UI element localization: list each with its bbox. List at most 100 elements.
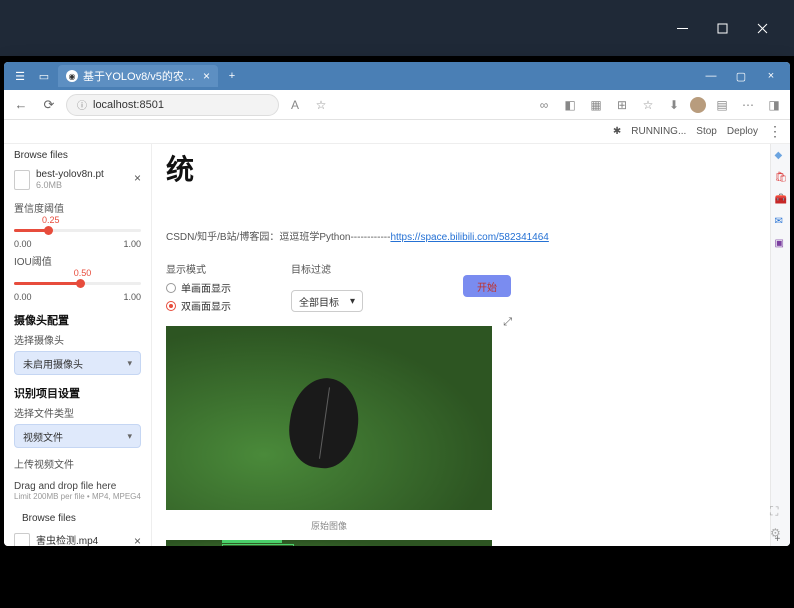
slider-label-iou: IOU阈值 [14,253,141,268]
lock-icon: ⓘ [77,97,87,112]
outer-maximize-button[interactable] [702,12,742,44]
deploy-button[interactable]: Deploy [727,126,758,137]
remove-file-icon-2[interactable]: × [134,532,141,546]
back-button[interactable]: ← [10,94,32,116]
running-label: RUNNING... [631,126,686,137]
settings-icon[interactable]: ⚙ [770,526,784,540]
sidebar-toggle-icon[interactable]: ☰ [10,66,30,86]
favorites-bar-icon[interactable]: ☆ [638,95,658,115]
filetype-select-label: 选择文件类型 [14,405,141,420]
fullscreen-icon[interactable]: ⛶ [770,504,784,518]
expand-image-icon[interactable]: ⤢ [503,316,512,329]
url-input[interactable]: ⓘ localhost:8501 [66,94,279,116]
reload-button[interactable]: ⟳ [38,94,60,116]
browser-window: ☰ ▭ ◉ 基于YOLOv8/v5的农作物害虫检... × + — ▢ × ← … [4,62,790,546]
target-filter-select[interactable]: 全部目标 ▾ [291,290,363,312]
outer-close-button[interactable] [742,12,782,44]
browser-close-button[interactable]: × [758,67,784,85]
section-camera: 摄像头配置 [14,312,141,328]
camera-select-value: 未启用摄像头 [23,356,83,371]
target-filter-value: 全部目标 [299,294,339,309]
tab-favicon-icon: ◉ [66,70,78,82]
streamlit-header: ✱ RUNNING... Stop Deploy ⋮ [4,120,790,144]
radio-single[interactable]: 单画面显示 [166,280,231,295]
upload-drag-text: Drag and drop file here [14,481,141,492]
conf-slider-value: 0.25 [42,215,60,225]
profile-avatar[interactable] [690,97,706,113]
page-title: 统 [166,148,756,188]
uploaded-file-2: 害虫检测.mp4 8.7MB × [14,532,141,546]
app-content: Browse files best-yolov8n.pt 6.0MB × 置信度… [4,144,790,546]
uploaded-file-1: best-yolov8n.pt 6.0MB × [14,169,141,190]
file-icon [14,170,30,190]
chevron-down-icon: ▾ [127,358,132,369]
shopping-icon[interactable]: 🛍 [775,172,787,184]
subtitle-prefix: CSDN/知乎/B站/博客园：逗逗班学Python------------ [166,232,390,243]
radio-dual[interactable]: 双画面显示 [166,298,231,313]
favorite-icon[interactable]: ☆ [311,95,331,115]
subtitle: CSDN/知乎/B站/博客园：逗逗班学Python------------htt… [166,228,756,243]
start-button[interactable]: 开始 [463,275,511,297]
main-panel: 统 CSDN/知乎/B站/博客园：逗逗班学Python------------h… [152,144,770,546]
app-menu-icon[interactable]: ⋮ [768,123,782,140]
upload-label: 上传视频文件 [14,456,141,471]
running-indicator-icon: ✱ [613,126,621,137]
stop-button[interactable]: Stop [696,126,717,137]
infinity-icon[interactable]: ∞ [534,95,554,115]
iou-slider[interactable]: 0.50 [14,270,141,292]
downloads-icon[interactable]: ⬇ [664,95,684,115]
file-size: 6.0MB [36,180,104,190]
outlook-icon[interactable]: ✉ [775,216,787,228]
detection-label: 水蛭甲 夹 94% [222,540,282,543]
browse-files-button-2[interactable]: Browse files [22,511,141,526]
chevron-down-icon: ▾ [350,296,355,307]
target-filter-group: 目标过滤 全部目标 ▾ [291,261,363,312]
radio-single-label: 单画面显示 [181,280,231,295]
browser-tab[interactable]: ◉ 基于YOLOv8/v5的农作物害虫检... × [58,65,218,87]
section-project: 识别项目设置 [14,385,141,401]
browser-right-rail: ◆ 🛍 🧰 ✉ ▣ + [770,144,790,546]
detection-image: 水蛭甲 夹 94% [166,540,492,546]
outer-minimize-button[interactable] [662,12,702,44]
new-tab-button[interactable]: + [222,66,242,86]
translate-icon[interactable]: A [285,95,305,115]
extension2-icon[interactable]: ▦ [586,95,606,115]
slider-label-conf: 置信度阈值 [14,200,141,215]
image-caption-1: 原始图像 [166,519,492,532]
browse-files-button[interactable]: Browse files [14,148,141,163]
extension3-icon[interactable]: ⊞ [612,95,632,115]
detection-bbox [222,544,294,546]
tab-title: 基于YOLOv8/v5的农作物害虫检... [83,68,198,84]
outer-window-titlebar [0,0,794,56]
tab-close-icon[interactable]: × [203,69,210,83]
iou-slider-value: 0.50 [74,268,92,278]
camera-select[interactable]: 未启用摄像头 ▾ [14,351,141,375]
onenote-icon[interactable]: ▣ [775,238,787,250]
sidebar-right-icon[interactable]: ◨ [764,95,784,115]
app-icon[interactable]: ▤ [712,95,732,115]
extension1-icon[interactable]: ◧ [560,95,580,115]
tools-icon[interactable]: 🧰 [775,194,787,206]
address-bar: ← ⟳ ⓘ localhost:8501 A ☆ ∞ ◧ ▦ ⊞ ☆ ⬇ ▤ ⋯… [4,90,790,120]
menu-icon[interactable]: ⋯ [738,95,758,115]
url-text: localhost:8501 [93,99,164,111]
chevron-down-icon: ▾ [127,431,132,442]
browser-maximize-button[interactable]: ▢ [728,67,754,85]
display-mode-group: 显示模式 单画面显示 双画面显示 [166,261,231,316]
iou-max: 1.00 [123,292,141,302]
target-filter-label: 目标过滤 [291,261,363,276]
conf-slider[interactable]: 0.25 [14,217,141,239]
file-icon [14,533,30,546]
iou-min: 0.00 [14,292,32,302]
search-icon[interactable]: ◆ [775,150,787,162]
conf-max: 1.00 [123,239,141,249]
browser-minimize-button[interactable]: — [698,67,724,85]
original-image [166,326,492,510]
tabs-icon[interactable]: ▭ [34,66,54,86]
filetype-select[interactable]: 视频文件 ▾ [14,424,141,448]
remove-file-icon[interactable]: × [134,169,141,185]
bilibili-link[interactable]: https://space.bilibili.com/582341464 [390,232,548,243]
file-name: best-yolov8n.pt [36,169,104,180]
upload-dropzone[interactable]: Drag and drop file here Limit 200MB per … [14,477,141,505]
sidebar: Browse files best-yolov8n.pt 6.0MB × 置信度… [4,144,152,546]
